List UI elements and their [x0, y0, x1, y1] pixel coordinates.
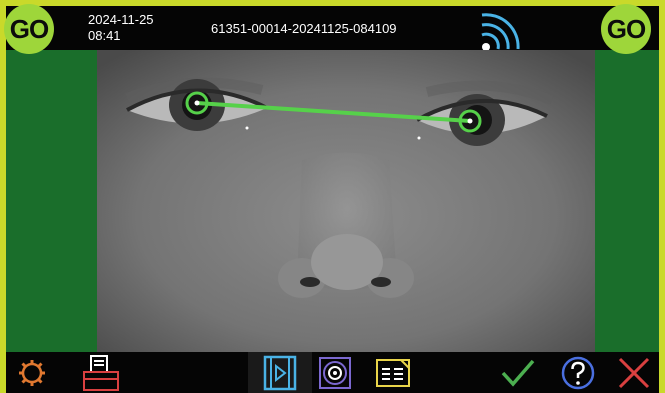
go-button-right[interactable]: GO	[601, 4, 651, 54]
report-icon	[376, 358, 410, 387]
report-button[interactable]	[372, 352, 414, 393]
print-button[interactable]	[76, 352, 126, 393]
device-screen: 2024-11-25 08:41 61351-00014-20241125-08…	[0, 0, 665, 393]
go-button-left[interactable]: GO	[4, 4, 54, 54]
bottom-toolbar	[6, 352, 659, 393]
time-text: 08:41	[88, 28, 121, 43]
printer-icon	[83, 354, 119, 391]
target-button[interactable]	[316, 352, 354, 393]
camera-view[interactable]	[97, 50, 595, 352]
go-label-right: GO	[606, 13, 646, 44]
checkmark-icon	[501, 359, 535, 387]
close-icon	[618, 357, 650, 388]
datetime: 2024-11-25 08:41	[88, 12, 154, 44]
video-button[interactable]	[248, 352, 312, 393]
app-window: 2024-11-25 08:41 61351-00014-20241125-08…	[6, 6, 659, 393]
help-button[interactable]	[556, 352, 600, 393]
date-text: 2024-11-25	[88, 12, 154, 27]
go-label-left: GO	[9, 13, 49, 44]
video-play-icon	[263, 355, 297, 390]
target-icon	[319, 356, 351, 389]
cancel-button[interactable]	[614, 352, 654, 393]
settings-button[interactable]	[12, 352, 52, 393]
top-bar: 2024-11-25 08:41 61351-00014-20241125-08…	[6, 6, 659, 51]
confirm-button[interactable]	[496, 352, 540, 393]
gear-icon	[19, 359, 45, 386]
camera-area	[6, 50, 659, 352]
question-icon	[561, 356, 595, 389]
session-id: 61351-00014-20241125-084109	[211, 21, 397, 36]
